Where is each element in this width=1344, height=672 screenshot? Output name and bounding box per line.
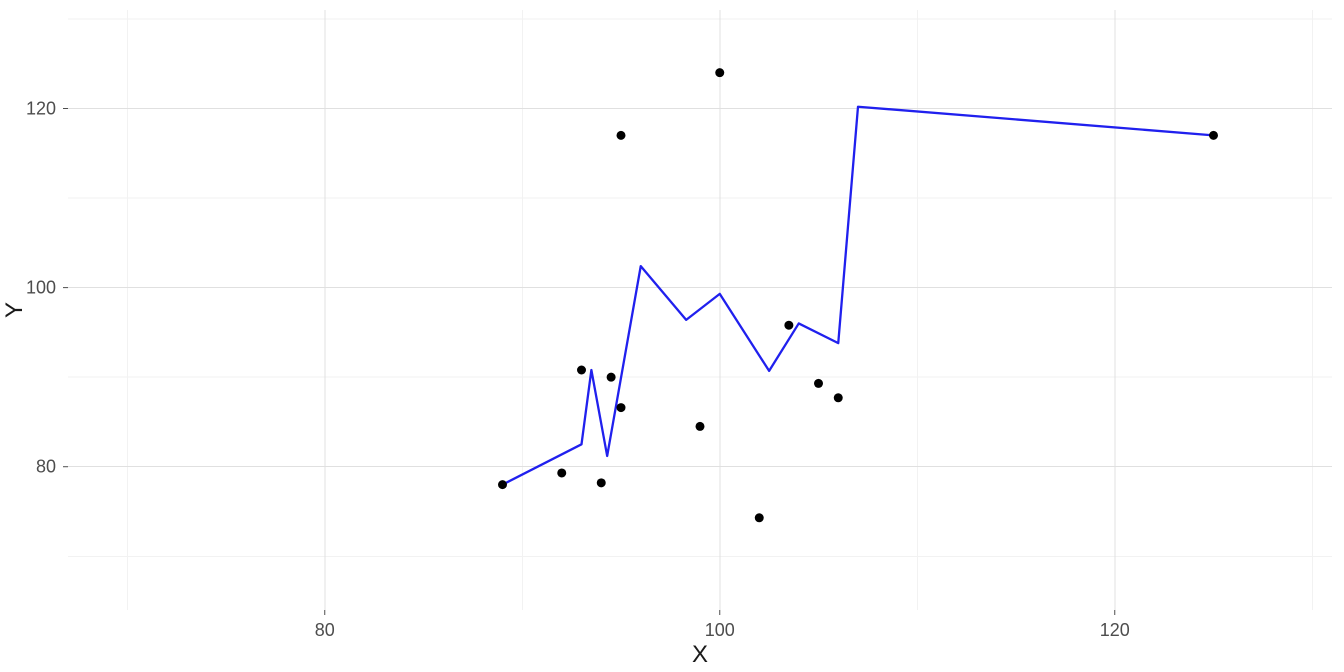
- y-tick-label: 100: [26, 278, 56, 298]
- data-point: [607, 373, 616, 382]
- data-point: [814, 379, 823, 388]
- data-point: [1209, 131, 1218, 140]
- data-point: [617, 403, 626, 412]
- data-point: [696, 422, 705, 431]
- x-tick-label: 80: [315, 620, 335, 640]
- data-point: [577, 366, 586, 375]
- data-point: [498, 480, 507, 489]
- chart-container: 80 100 120 80 100 120 X Y: [0, 0, 1344, 672]
- data-point: [557, 468, 566, 477]
- data-point: [597, 478, 606, 487]
- y-axis-title: Y: [1, 302, 28, 318]
- data-point: [617, 131, 626, 140]
- chart-svg: 80 100 120 80 100 120 X Y: [0, 0, 1344, 672]
- x-tick-label: 120: [1100, 620, 1130, 640]
- data-point: [715, 68, 724, 77]
- data-point: [784, 321, 793, 330]
- data-point: [834, 393, 843, 402]
- y-tick-label: 120: [26, 99, 56, 119]
- x-axis-title: X: [692, 641, 708, 668]
- data-point: [755, 513, 764, 522]
- x-tick-label: 100: [705, 620, 735, 640]
- y-tick-label: 80: [36, 457, 56, 477]
